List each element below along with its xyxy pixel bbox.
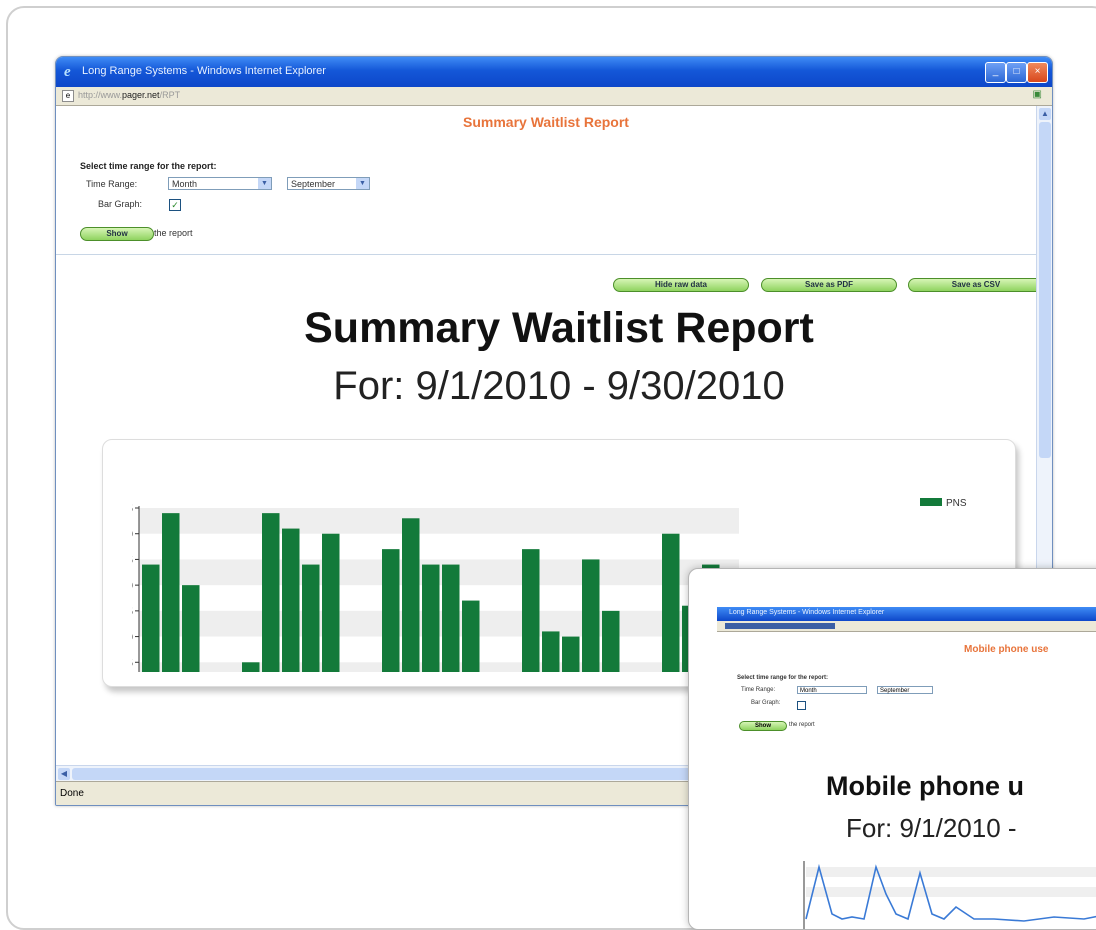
address-domain: pager.net [122,90,160,100]
y-tick-label: 25 [132,554,133,566]
title-bar: e Long Range Systems - Windows Internet … [56,57,1052,87]
save-csv-button[interactable]: Save as CSV [908,278,1044,292]
bar [262,513,280,672]
scroll-thumb-horizontal[interactable] [72,768,692,780]
maximize-button[interactable]: □ [1006,62,1027,83]
window-title-secondary: Long Range Systems - Windows Internet Ex… [729,609,885,616]
scroll-up-icon[interactable]: ▲ [1039,108,1051,120]
y-tick-label: 30 [132,529,133,541]
grid-band [139,508,739,534]
bar [422,564,440,672]
report-title-secondary: Mobile phone u [826,771,1024,801]
page-header: Summary Waitlist Report [463,114,629,130]
bar [442,564,460,672]
scroll-thumb[interactable] [1039,122,1051,458]
chevron-down-icon: ▼ [356,178,369,189]
bar [582,559,600,672]
scroll-left-icon[interactable]: ◀ [58,768,70,780]
save-pdf-button[interactable]: Save as PDF [761,278,897,292]
form-title: Select time range for the report: [80,161,217,171]
show-suffix: the report [154,228,193,238]
address-bar[interactable]: e http://www.pager.net/RPT ▣ [56,87,1052,106]
legend-label: PNS [946,498,967,509]
bar [662,533,680,672]
bar [602,610,620,672]
y-tick-label: 10 [132,632,133,644]
show-button-secondary[interactable]: Show [739,721,787,731]
bar [162,513,180,672]
bar-graph-label-secondary: Bar Graph: [751,700,781,706]
address-url[interactable]: http://www.pager.net/RPT [78,90,180,100]
time-range-select-secondary[interactable]: Month [797,686,867,694]
address-prefix: http://www. [78,90,123,100]
divider [56,254,1036,255]
page-header-secondary: Mobile phone use [964,644,1049,655]
y-tick-label: 35 [132,503,133,515]
ie-logo-icon: e [64,64,71,80]
bar [522,549,540,672]
bar-graph-label: Bar Graph: [98,199,143,209]
bar [402,518,420,672]
browser-window-secondary: Long Range Systems - Windows Internet Ex… [688,568,1096,930]
address-highlight [725,623,835,629]
show-suffix-secondary: the report [789,722,815,728]
report-subtitle-secondary: For: 9/1/2010 - [846,813,1017,843]
show-button[interactable]: Show [80,227,154,241]
title-bar-secondary: Long Range Systems - Windows Internet Ex… [717,607,1096,621]
page-icon: e [62,90,74,102]
bar [322,533,340,672]
y-tick-label: 15 [132,606,133,618]
hide-raw-data-button[interactable]: Hide raw data [613,278,749,292]
bar-graph-checkbox[interactable]: ✓ [169,199,181,211]
legend-swatch [920,498,942,506]
bar [142,564,160,672]
bar [242,662,260,672]
time-range-label: Time Range: [86,179,138,189]
y-tick-label: 5 [132,657,133,669]
bar [462,600,480,672]
bar [182,585,200,672]
minimize-button[interactable]: _ [985,62,1006,83]
bar-graph-checkbox-secondary[interactable] [797,701,806,710]
report-title: Summary Waitlist Report [304,304,814,352]
time-range-select[interactable]: Month ▼ [168,177,272,190]
time-range-value: Month [172,179,198,189]
report-subtitle: For: 9/1/2010 - 9/30/2010 [333,364,785,408]
month-select[interactable]: September ▼ [287,177,370,190]
month-select-secondary[interactable]: September [877,686,933,694]
bar [542,631,560,672]
time-range-label-secondary: Time Range: [741,687,776,693]
line-chart-preview [803,861,1096,929]
y-tick-label: 20 [132,580,133,592]
status-text: Done [60,788,84,799]
bar [282,528,300,672]
bar [562,636,580,672]
bar [302,564,320,672]
bar [382,549,400,672]
page-status-icon[interactable]: ▣ [1033,89,1042,100]
address-suffix: /RPT [159,90,181,100]
close-button[interactable]: × [1027,62,1048,83]
form-title-secondary: Select time range for the report: [737,675,829,681]
address-bar-secondary[interactable] [717,621,1096,632]
month-value: September [291,179,336,189]
chevron-down-icon: ▼ [258,178,271,189]
window-title: Long Range Systems - Windows Internet Ex… [82,65,326,77]
